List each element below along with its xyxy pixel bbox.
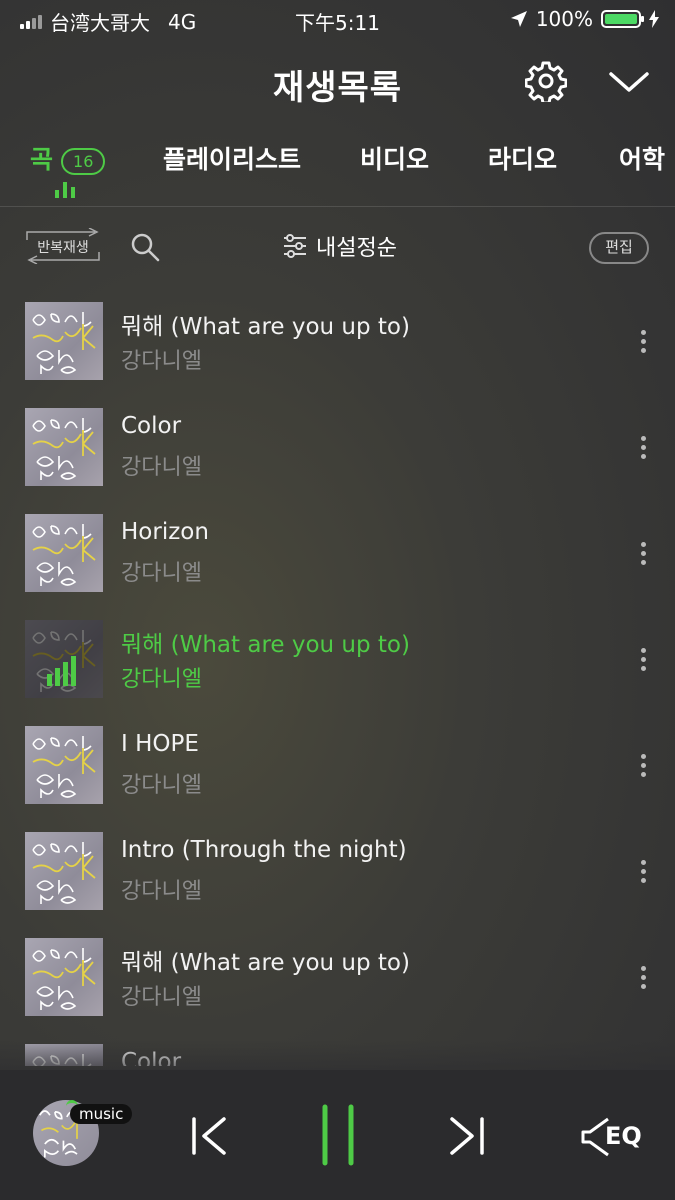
playing-indicator-icon [55,182,75,198]
chevron-down-icon[interactable] [606,60,652,102]
repeat-button[interactable]: 반복재생 [25,228,101,264]
song-title: 뭐해 (What are you up to) [121,950,410,976]
song-row[interactable]: 뭐해 (What are you up to) 강다니엘 [0,922,675,1022]
more-options-icon[interactable] [638,966,648,992]
song-artist: 강다니엘 [121,773,202,798]
album-art-icon [32,736,96,798]
previous-icon[interactable] [190,1115,230,1157]
song-title: Horizon [121,519,209,545]
album-cover [25,938,103,1016]
sort-label: 내설정순 [316,236,397,261]
list-toolbar: 반복재생 내설정순 편집 [0,218,675,278]
album-cover [25,514,103,592]
edit-button[interactable]: 편집 [589,232,649,264]
now-playing-icon [47,656,76,686]
repeat-label: 반복재생 [37,240,89,256]
gear-icon[interactable] [525,60,567,102]
song-list: 뭐해 (What are you up to) 강다니엘 Color 강다니엘 Hori… [0,286,675,1066]
next-icon[interactable] [446,1115,486,1157]
song-row[interactable]: 뭐해 (What are you up to) 강다니엘 [0,604,675,704]
song-row[interactable]: Horizon 강다니엘 [0,498,675,598]
playlist-header: 재생목록 [0,48,675,118]
eq-label: EQ [605,1122,642,1150]
search-icon[interactable] [130,232,160,262]
album-art-icon [32,948,96,1010]
tab-songs-label: 곡 [30,145,54,174]
song-artist: 강다니엘 [121,667,202,692]
song-row[interactable]: Color 강다니엘 [0,392,675,492]
album-cover [25,302,103,380]
song-artist: 강다니엘 [121,349,202,374]
more-options-icon[interactable] [638,648,648,674]
album-art-icon [32,312,96,374]
charging-icon [649,10,659,28]
album-cover [25,832,103,910]
album-cover [25,408,103,486]
page-title: 재생목록 [272,68,403,108]
tab-language[interactable]: 어학 [619,140,665,176]
battery-icon [601,10,644,28]
song-title: 뭐해 (What are you up to) [121,314,410,340]
song-artist: 강다니엘 [121,879,202,904]
song-count-badge: 16 [61,147,106,175]
more-options-icon[interactable] [638,754,648,780]
more-options-icon[interactable] [638,542,648,568]
tab-video[interactable]: 비디오 [360,140,429,176]
pause-icon[interactable] [318,1104,358,1166]
song-title: I HOPE [121,731,199,757]
tab-radio[interactable]: 라디오 [488,140,557,176]
sliders-icon [284,234,306,258]
song-artist: 강다니엘 [121,455,202,480]
more-options-icon[interactable] [638,436,648,462]
album-art-icon [32,842,96,904]
song-title: 뭐해 (What are you up to) [121,632,410,658]
album-cover [25,726,103,804]
mini-player: music EQ [0,1070,675,1200]
song-title: Color [121,413,182,439]
category-tabs: 곡 16 플레이리스트 비디오 라디오 어학 [0,132,675,207]
more-options-icon[interactable] [638,860,648,886]
battery-percent: 100% [535,7,593,31]
song-row[interactable]: Intro (Through the night) 강다니엘 [0,816,675,916]
tab-playlist[interactable]: 플레이리스트 [163,140,301,176]
sort-button[interactable]: 내설정순 [282,230,397,262]
eq-button[interactable]: EQ [580,1116,644,1158]
music-tag: music [70,1104,133,1124]
more-options-icon[interactable] [638,330,648,356]
album-art-icon [32,418,96,480]
song-title: Intro (Through the night) [121,837,407,863]
song-row[interactable]: 뭐해 (What are you up to) 강다니엘 [0,286,675,386]
album-art-icon [32,524,96,586]
song-row[interactable]: I HOPE 강다니엘 [0,710,675,810]
status-bar: 台湾大哥大 4G 下午5:11 100% [0,0,675,40]
song-artist: 강다니엘 [121,561,202,586]
location-icon [510,11,527,27]
song-artist: 강다니엘 [121,985,202,1010]
tab-songs[interactable]: 곡 16 [30,140,106,176]
